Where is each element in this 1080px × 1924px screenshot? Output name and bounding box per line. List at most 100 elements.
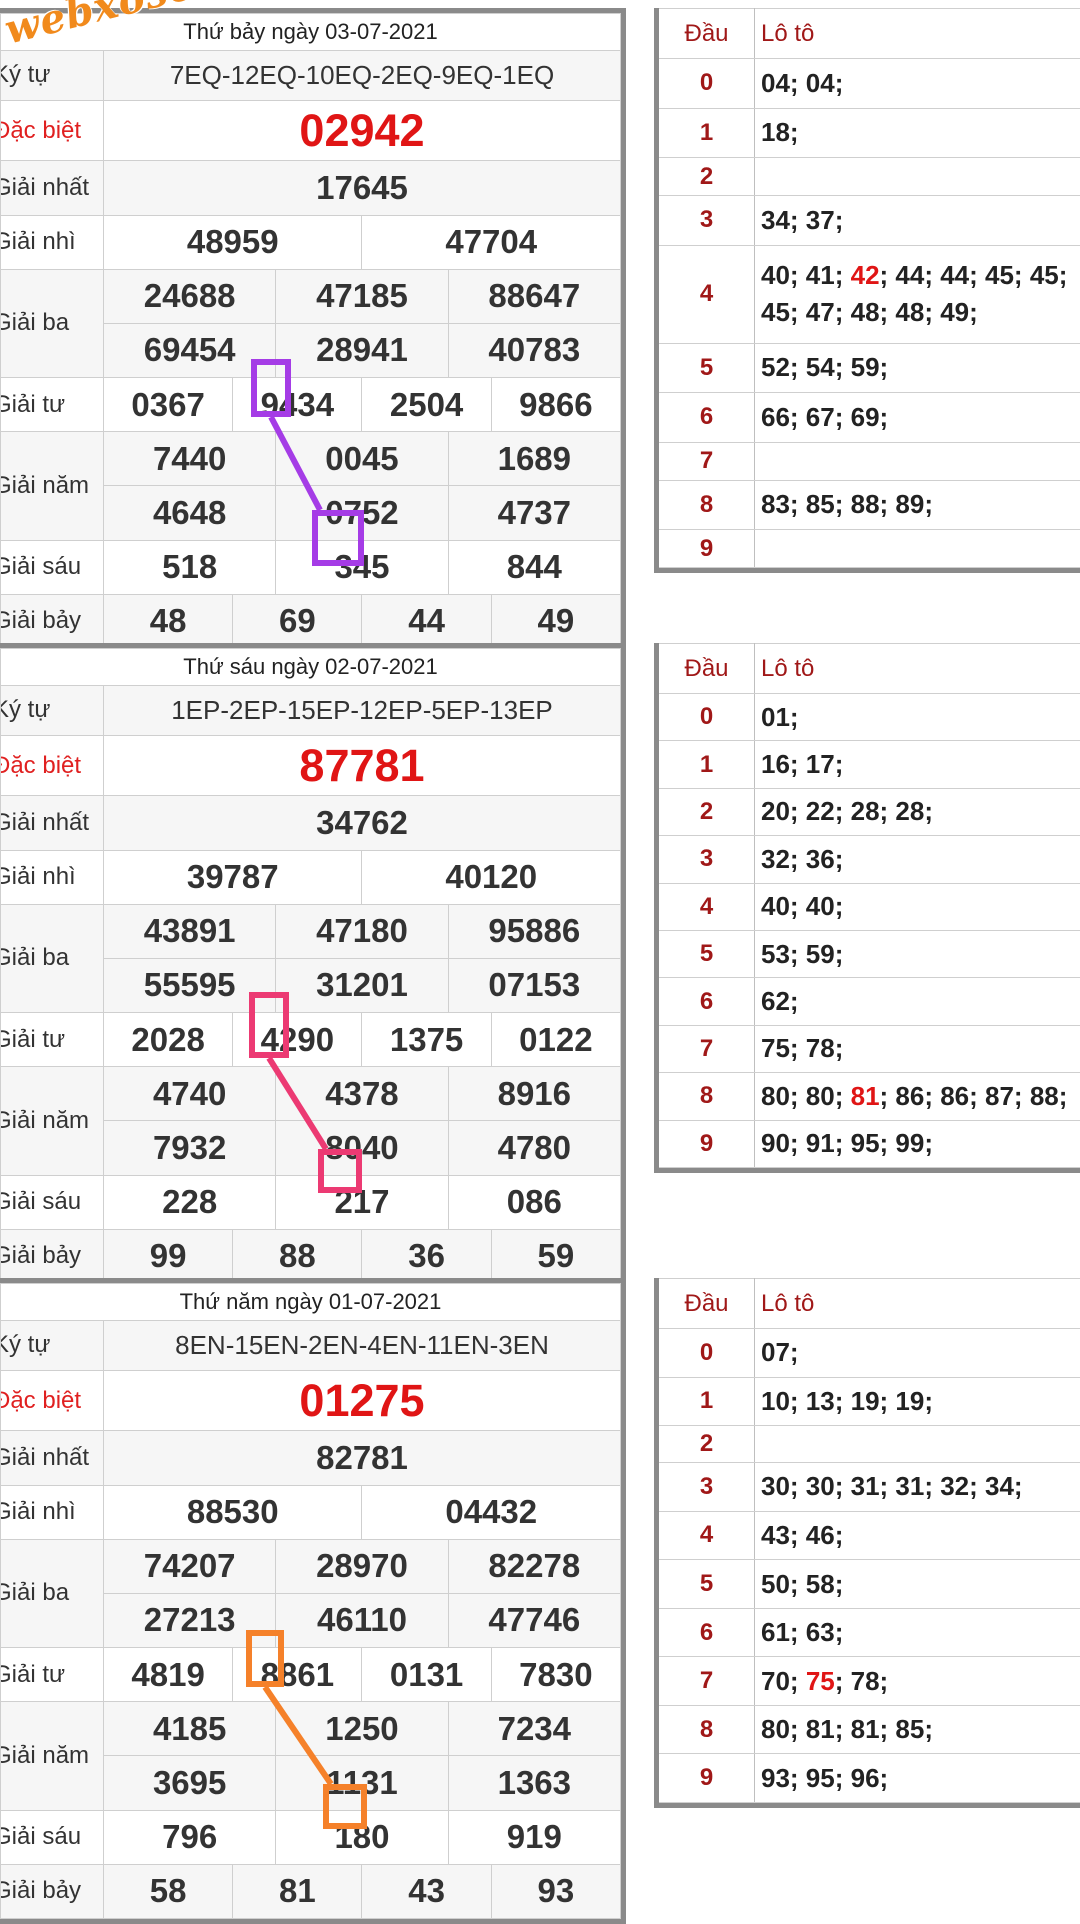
loto-head-digit: 9 [659,530,755,568]
loto-values: 75; 78; [755,1025,1080,1072]
label-dac-biet: Đặc biệt [1,100,104,161]
loto-values: 04; 04; [755,59,1080,109]
loto-special-match: 42 [851,260,880,290]
sixth-prize: 180 [276,1810,448,1864]
fifth-prize: 7440 [104,432,276,486]
loto-values: 83; 85; 88; 89; [755,480,1080,530]
second-prize: 04432 [362,1485,621,1539]
label-giai-sau: Giải sáu [1,1175,104,1229]
third-prize: 28941 [276,323,448,377]
fifth-prize: 0752 [276,486,448,540]
loto-head-digit: 1 [659,1377,755,1426]
sixth-prize: 086 [448,1175,620,1229]
seventh-prize: 81 [233,1864,362,1918]
third-prize: 74207 [104,1539,276,1593]
second-prize: 48959 [104,215,362,269]
loto-head-digit: 2 [659,1426,755,1463]
fifth-prize: 4378 [276,1067,448,1121]
third-prize: 69454 [104,323,276,377]
third-prize: 47185 [276,269,448,323]
loto-header-dau: Đầu [659,644,755,694]
label-giai-nhi: Giải nhì [1,1485,104,1539]
fifth-prize: 8040 [276,1121,448,1175]
loto-values: 62; [755,978,1080,1025]
label-ky-tu: Ký tự [1,685,104,735]
sixth-prize: 796 [104,1810,276,1864]
loto-values: 16; 17; [755,741,1080,788]
loto-values: 07; [755,1329,1080,1378]
third-prize: 47746 [448,1593,620,1647]
label-giai-sau: Giải sáu [1,540,104,594]
loto-values: 40; 40; [755,883,1080,930]
loto-values: 01; [755,694,1080,741]
label-giai-sau: Giải sáu [1,1810,104,1864]
loto-special-match: 81 [851,1081,880,1111]
third-prize: 43891 [104,904,276,958]
loto-head-digit: 7 [659,1025,755,1072]
second-prize: 47704 [362,215,621,269]
seventh-prize: 58 [104,1864,233,1918]
fifth-prize: 4780 [448,1121,620,1175]
loto-values: 80; 81; 81; 85; [755,1705,1080,1754]
seventh-prize: 44 [362,594,491,648]
seventh-prize: 43 [362,1864,491,1918]
label-giai-nam: Giải năm [1,1702,104,1810]
loto-values: 93; 95; 96; [755,1754,1080,1803]
label-giai-tu: Giải tư [1,1648,104,1702]
fourth-prize: 0367 [104,378,233,432]
third-prize: 40783 [448,323,620,377]
loto-table: ĐầuLô tô007;110; 13; 19; 19;2330; 30; 31… [654,1278,1080,1808]
loto-values: 32; 36; [755,836,1080,883]
loto-head-digit: 8 [659,480,755,530]
draw-code: 1EP-2EP-15EP-12EP-5EP-13EP [104,685,621,735]
second-prize: 40120 [362,850,621,904]
fourth-prize: 1375 [362,1013,491,1067]
loto-head-digit: 0 [659,59,755,109]
third-prize: 46110 [276,1593,448,1647]
loto-head-digit: 1 [659,108,755,158]
sixth-prize: 919 [448,1810,620,1864]
loto-head-digit: 9 [659,1120,755,1167]
first-prize: 34762 [104,796,621,850]
fifth-prize: 4185 [104,1702,276,1756]
label-giai-nhat: Giải nhất [1,161,104,215]
loto-head-digit: 1 [659,741,755,788]
loto-head-digit: 2 [659,788,755,835]
loto-value-text: 70; [761,1666,806,1696]
loto-head-digit: 9 [659,1754,755,1803]
fourth-prize: 4819 [104,1648,233,1702]
special-prize: 87781 [104,735,621,796]
fifth-prize: 7932 [104,1121,276,1175]
fifth-prize: 7234 [448,1702,620,1756]
fifth-prize: 1363 [448,1756,620,1810]
label-giai-ba: Giải ba [1,269,104,377]
loto-head-digit: 3 [659,196,755,246]
loto-values: 30; 30; 31; 31; 32; 34; [755,1463,1080,1512]
seventh-prize: 88 [233,1229,362,1283]
loto-values: 10; 13; 19; 19; [755,1377,1080,1426]
label-giai-nam: Giải năm [1,432,104,540]
loto-head-digit: 4 [659,245,755,343]
third-prize: 28970 [276,1539,448,1593]
label-giai-ba: Giải ba [1,1539,104,1647]
label-giai-nhi: Giải nhì [1,215,104,269]
label-giai-nhi: Giải nhì [1,850,104,904]
third-prize: 27213 [104,1593,276,1647]
loto-header-dau: Đầu [659,9,755,59]
label-giai-tu: Giải tư [1,1013,104,1067]
second-prize: 39787 [104,850,362,904]
loto-head-digit: 8 [659,1073,755,1120]
fifth-prize: 8916 [448,1067,620,1121]
label-ky-tu: Ký tự [1,50,104,100]
fourth-prize: 2504 [362,378,491,432]
loto-head-digit: 0 [659,1329,755,1378]
sixth-prize: 217 [276,1175,448,1229]
loto-values: 53; 59; [755,930,1080,977]
loto-head-digit: 4 [659,883,755,930]
loto-head-digit: 6 [659,978,755,1025]
loto-head-digit: 4 [659,1511,755,1560]
fourth-prize: 9866 [491,378,620,432]
loto-head-digit: 8 [659,1705,755,1754]
seventh-prize: 49 [491,594,620,648]
loto-head-digit: 5 [659,343,755,393]
